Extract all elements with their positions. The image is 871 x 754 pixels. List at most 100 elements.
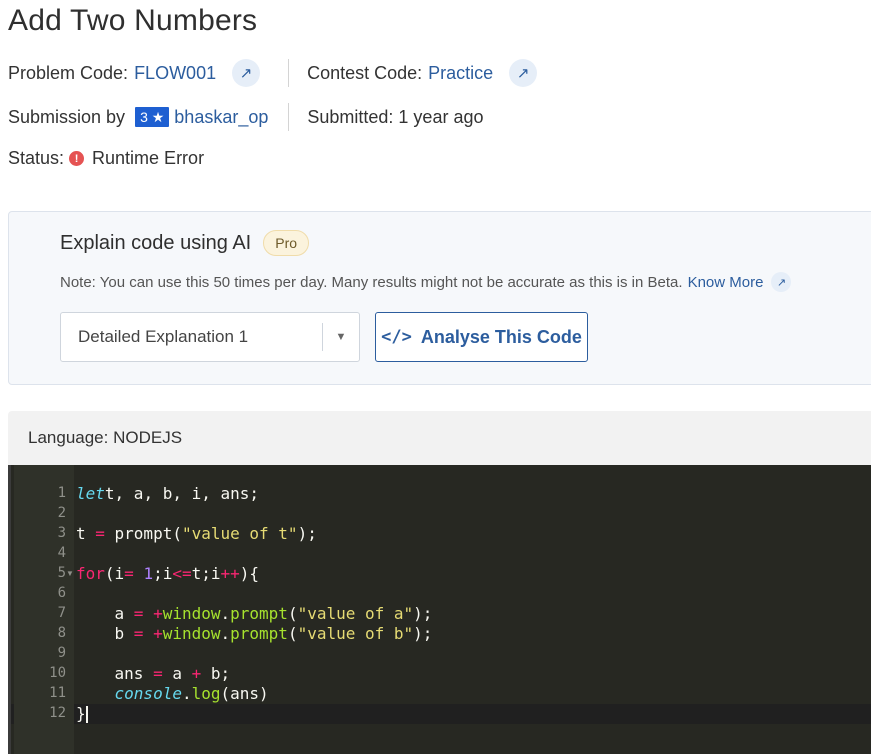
code-token: let: [76, 484, 105, 503]
code-token: prompt(: [114, 524, 182, 543]
status-row: Status: ! Runtime Error: [8, 148, 204, 169]
code-token: t: [76, 524, 96, 543]
code-token: );: [297, 524, 317, 543]
username-link[interactable]: bhaskar_op: [174, 107, 268, 128]
ai-usage-note: Note: You can use this 50 times per day.…: [60, 272, 792, 292]
code-token: prompt: [230, 604, 288, 623]
problem-code-label: Problem Code:: [8, 62, 129, 83]
problem-title: Add Two Numbers: [8, 4, 258, 37]
code-token: ++: [220, 564, 240, 583]
code-line: }: [76, 704, 432, 724]
submission-by-label: Submission by: [8, 106, 126, 127]
submission-meta-row: Submission by 3 ★ bhaskar_op Submitted: …: [8, 103, 483, 131]
code-token: }: [76, 704, 86, 723]
line-number: 10: [49, 665, 66, 681]
contest-external-link-icon[interactable]: ↗: [509, 59, 538, 87]
code-token: .: [220, 604, 231, 623]
code-token: for: [76, 564, 105, 583]
code-token: "value of t": [181, 524, 298, 543]
code-token: log: [191, 684, 221, 703]
problem-code-external-link-icon[interactable]: ↗: [232, 59, 261, 87]
code-token: );: [413, 624, 433, 643]
know-more-external-icon[interactable]: ↗: [771, 272, 792, 292]
code-token: =: [95, 524, 115, 543]
code-line: console.log(ans): [76, 684, 432, 704]
line-number: 2: [57, 505, 66, 521]
analyse-code-button[interactable]: </> Analyse This Code: [375, 312, 588, 362]
line-number: 9: [57, 645, 66, 661]
line-number-gutter: 1 2 3 4 5 6 7 8 9 10 11 12 ▼: [14, 465, 74, 754]
language-label: Language: NODEJS: [28, 428, 183, 447]
code-token: .: [181, 684, 192, 703]
code-token: b: [76, 624, 134, 643]
code-token: +: [153, 604, 163, 623]
code-token: ;i: [153, 564, 173, 583]
code-token: =: [133, 604, 154, 623]
code-token: .: [220, 624, 231, 643]
code-line: t = prompt("value of t");: [76, 524, 432, 544]
code-token: (: [287, 624, 298, 643]
user-rating-badge: 3 ★: [135, 107, 170, 127]
line-number: 6: [57, 585, 66, 601]
code-token: t, a, b, i, ans;: [104, 484, 260, 503]
code-token: =: [133, 624, 154, 643]
submitted-time: Submitted: 1 year ago: [307, 106, 484, 127]
error-circle-icon: !: [69, 151, 85, 166]
code-token: 1: [143, 564, 154, 583]
divider: [288, 103, 290, 131]
line-number: 3: [57, 525, 66, 541]
code-token: ){: [239, 564, 260, 583]
line-number: 12: [49, 705, 66, 721]
line-number: 7: [57, 605, 66, 621]
explanation-select-value: Detailed Explanation 1: [78, 327, 249, 346]
code-token: (: [287, 604, 298, 623]
ai-explain-title: Explain code using AI: [60, 231, 252, 254]
status-value: Runtime Error: [92, 148, 205, 168]
line-number: 8: [57, 625, 66, 641]
know-more-link[interactable]: Know More: [688, 274, 764, 291]
line-number: 11: [49, 685, 66, 701]
code-token: "value of a": [297, 604, 414, 623]
problem-meta-row: Problem Code: FLOW001 ↗ Contest Code: Pr…: [8, 59, 538, 87]
fold-toggle-icon[interactable]: ▼: [66, 569, 74, 578]
code-token: ans: [76, 664, 154, 683]
divider: [288, 59, 290, 87]
code-token: =: [124, 564, 144, 583]
code-token: window: [162, 624, 221, 643]
contest-code-label: Contest Code:: [307, 62, 423, 83]
code-token: a: [172, 664, 192, 683]
code-token: prompt: [230, 624, 288, 643]
pro-badge: Pro: [263, 230, 310, 256]
code-token: t;i: [191, 564, 221, 583]
code-token: <=: [172, 564, 192, 583]
line-number: 5: [57, 565, 66, 581]
code-token: +: [153, 624, 163, 643]
code-editor[interactable]: 1 2 3 4 5 6 7 8 9 10 11 12 ▼ lett, a, b, i, ans; t = …: [8, 465, 871, 754]
code-content[interactable]: lett, a, b, i, ans; t = prompt("value of …: [76, 484, 432, 724]
chevron-down-icon[interactable]: ▼: [323, 331, 359, 343]
status-label: Status:: [8, 148, 65, 168]
code-token: "value of b": [297, 624, 414, 643]
code-brackets-icon: </>: [381, 327, 412, 347]
line-number: 4: [57, 545, 66, 561]
code-line: a = +window.prompt("value of a");: [76, 604, 433, 624]
text-cursor: [85, 706, 88, 723]
code-token: a: [76, 604, 134, 623]
code-token: =: [153, 664, 173, 683]
problem-code-link[interactable]: FLOW001: [134, 63, 216, 84]
ai-note-text: Note: You can use this 50 times per day.…: [60, 273, 683, 291]
code-token: b;: [210, 664, 231, 683]
explanation-type-select[interactable]: Detailed Explanation 1 ▼: [60, 312, 360, 362]
code-line: b = +window.prompt("value of b");: [76, 624, 433, 644]
code-token: +: [191, 664, 211, 683]
code-line: for(i= 1;i<=t;i++){: [76, 564, 432, 584]
code-token: console: [114, 684, 182, 703]
ai-explain-panel: Explain code using AI Pro Note: You can …: [8, 211, 871, 385]
contest-code-link[interactable]: Practice: [428, 63, 493, 84]
ai-explain-heading: Explain code using AI Pro: [60, 230, 310, 256]
code-token: (i: [104, 564, 125, 583]
